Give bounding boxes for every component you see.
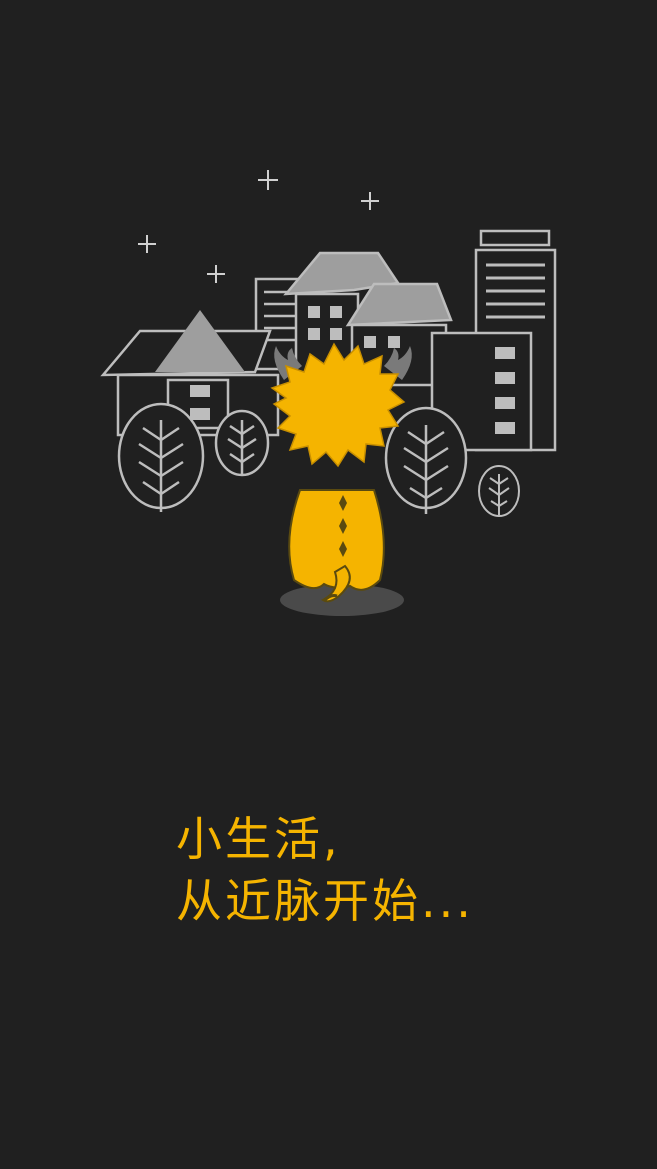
tagline-line-2: 从近脉开始... [176, 874, 474, 928]
star-icon [138, 235, 156, 253]
tree-icon [117, 402, 205, 512]
splash-tagline: 小生活, 从近脉开始... [176, 808, 596, 932]
splash-screen: 小生活, 从近脉开始... [0, 0, 657, 1169]
city-night-illustration [100, 152, 557, 616]
tree-icon [384, 406, 468, 514]
star-icon [258, 170, 278, 190]
tree-icon [478, 465, 520, 517]
tree-icon [214, 409, 270, 477]
moon-icon [418, 152, 465, 211]
tagline-line-1: 小生活, [176, 812, 341, 866]
star-icon [207, 265, 225, 283]
star-icon [361, 192, 379, 210]
